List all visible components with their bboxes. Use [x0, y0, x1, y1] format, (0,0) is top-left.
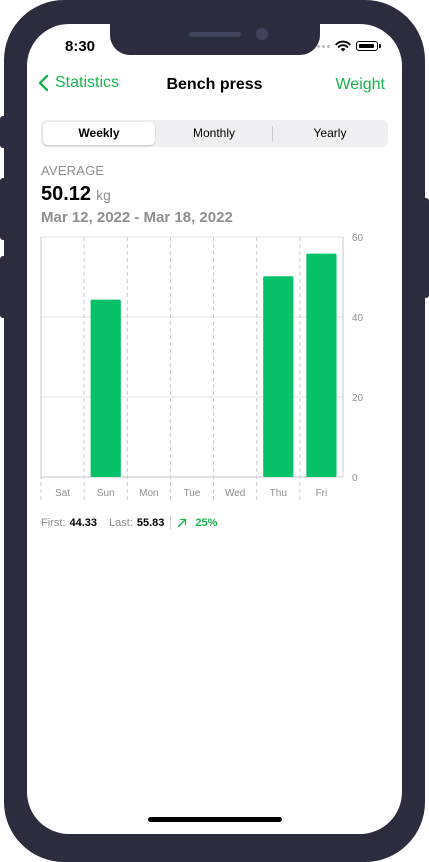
average-label: AVERAGE [41, 163, 105, 178]
x-tick-label-sat: Sat [55, 488, 70, 499]
tab-yearly[interactable]: Yearly [274, 122, 386, 145]
x-tick-label-wed: Wed [225, 488, 245, 499]
tab-weekly[interactable]: Weekly [43, 122, 155, 145]
signal-dots-icon [317, 44, 330, 48]
x-tick-label-thu: Thu [270, 488, 287, 499]
y-tick-label: 60 [352, 233, 364, 244]
notch [110, 24, 320, 55]
speaker [189, 32, 241, 37]
home-indicator [148, 817, 282, 822]
first-value: 44.33 [69, 517, 97, 529]
side-button-volume-up [0, 178, 6, 240]
status-time: 8:30 [65, 38, 96, 55]
change-indicator: 25% [177, 517, 217, 529]
average-value: 50.12 kg [41, 183, 111, 206]
x-tick-label-tue: Tue [184, 488, 201, 499]
camera [256, 28, 268, 40]
x-tick-label-mon: Mon [139, 488, 158, 499]
chart-bar-fri [306, 253, 337, 477]
side-button-volume-down [0, 256, 6, 318]
x-tick-label-sun: Sun [97, 488, 115, 499]
date-range: Mar 12, 2022 - Mar 18, 2022 [41, 209, 233, 226]
weekly-bar-chart: 0 20 40 60 Sat Sun Mon Tue Wed Thu Fri [39, 233, 379, 514]
status-icons [317, 40, 381, 52]
x-tick-label-fri: Fri [316, 488, 328, 499]
last-value: 55.83 [136, 517, 165, 529]
battery-icon [356, 41, 381, 51]
wifi-icon [335, 40, 351, 52]
weight-button[interactable]: Weight [335, 76, 385, 94]
average-number: 50.12 [41, 183, 92, 205]
y-tick-label: 40 [352, 313, 364, 324]
chart-bar-thu [263, 276, 294, 477]
side-button-mute [0, 116, 6, 148]
average-unit: kg [96, 187, 111, 203]
screen: 8:30 Statistics Bench press Weight Weekl… [27, 24, 402, 834]
first-label: First: [41, 517, 66, 529]
change-percent: 25% [195, 517, 218, 529]
y-tick-label: 20 [352, 393, 364, 404]
stats-row: First: 44.33 Last: 55.83 25% [41, 516, 217, 530]
chart-svg: 0 20 40 60 Sat Sun Mon Tue Wed Thu Fri [40, 233, 364, 501]
last-label: Last: [108, 517, 133, 529]
stats-divider [170, 516, 172, 530]
period-segmented-control: Weekly Monthly Yearly [41, 120, 388, 147]
tab-monthly[interactable]: Monthly [157, 122, 271, 145]
segment-divider [272, 126, 273, 141]
arrow-up-right-icon [178, 518, 187, 528]
chart-bar-sun [90, 299, 121, 477]
side-button-power [423, 198, 429, 298]
y-tick-label: 0 [352, 473, 358, 484]
